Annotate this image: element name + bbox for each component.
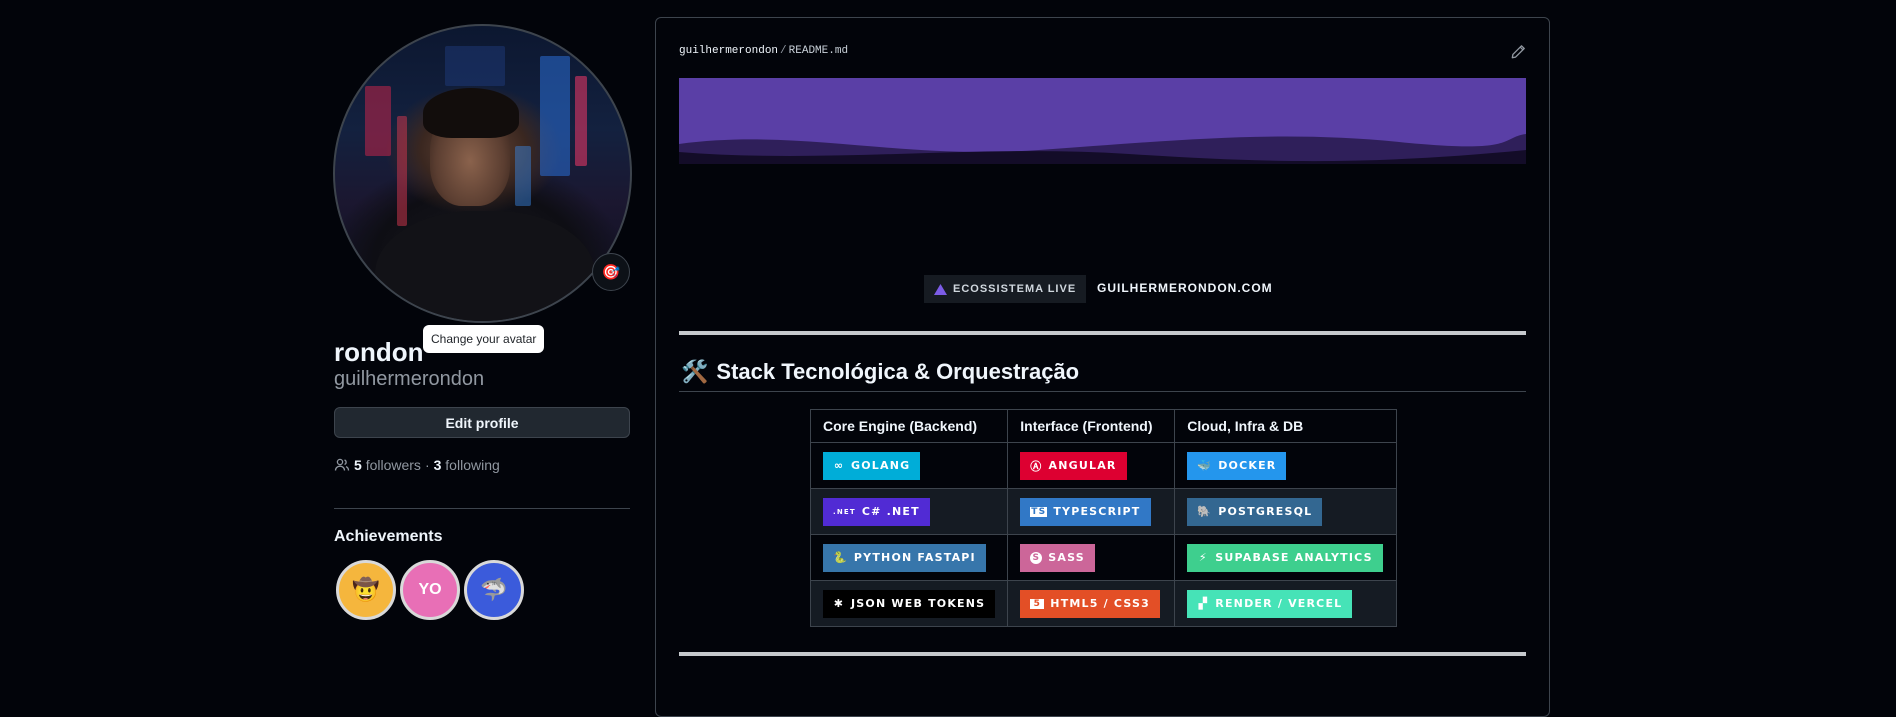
achievements-title: Achievements: [334, 528, 443, 545]
readme-path: guilhermerondon / README.md: [679, 45, 849, 57]
table-cell: Ⓐ ANGULAR: [1007, 442, 1176, 489]
readme-file-name: README.md: [788, 45, 849, 57]
sass-icon: S: [1030, 551, 1043, 564]
divider: [679, 331, 1526, 335]
live-badge[interactable]: ECOSSISTEMA LIVE: [924, 275, 1087, 303]
table-cell: 🐳 DOCKER: [1174, 442, 1398, 489]
divider: [334, 508, 630, 509]
stack-table: Core Engine (Backend) Interface (Fronten…: [809, 409, 1398, 627]
table-cell: 🐘 POSTGRESQL: [1174, 488, 1398, 535]
table-row: .NET C# .NET TS TYPESCRIPT 🐘 POSTGRESQL: [809, 488, 1398, 535]
python-icon: 🐍: [833, 551, 848, 564]
dotnet-icon: .NET: [833, 507, 856, 516]
table-row: 🐍 PYTHON FASTAPI S SASS ⚡ SUPABASE ANALYTIC…: [809, 534, 1398, 581]
render-icon: ▞: [1198, 597, 1209, 610]
profile-full-name: rondon: [334, 337, 424, 367]
cowboy-face-icon: 🤠: [352, 577, 380, 602]
go-icon: ∞: [833, 459, 845, 472]
section-heading: 🛠️ Stack Tecnológica & Orquestração: [681, 359, 1080, 384]
avatar-button[interactable]: [333, 24, 632, 323]
tech-badge[interactable]: TS TYPESCRIPT: [1020, 497, 1151, 526]
tech-badge[interactable]: 🐍 PYTHON FASTAPI: [823, 543, 986, 572]
table-cell: ✱ JSON WEB TOKENS: [809, 580, 1009, 627]
target-icon: 🎯: [601, 264, 621, 281]
yolo-icon: YO: [418, 581, 442, 598]
table-cell: ▞ RENDER / VERCEL: [1174, 580, 1398, 627]
achievement-yolo[interactable]: YO: [400, 560, 460, 620]
divider: [679, 652, 1526, 656]
achievement-shark[interactable]: 🦈: [464, 560, 524, 620]
table-cell: ∞ GOLANG: [809, 442, 1009, 489]
table-cell: ⚡ SUPABASE ANALYTICS: [1174, 534, 1398, 581]
table-row: ✱ JSON WEB TOKENS 5 HTML5 / CSS3 ▞ RENDER /…: [809, 580, 1398, 627]
table-cell: 5 HTML5 / CSS3: [1007, 580, 1176, 627]
follow-stats: 5 followers · 3 following: [334, 457, 500, 473]
table-row: ∞ GOLANG Ⓐ ANGULAR 🐳 DOCKER: [809, 442, 1398, 489]
tech-badge[interactable]: 🐳 DOCKER: [1187, 451, 1287, 480]
table-header: Interface (Frontend): [1007, 409, 1176, 443]
table-cell: S SASS: [1007, 534, 1176, 581]
supabase-icon: ⚡: [1198, 551, 1208, 564]
table-cell: 🐍 PYTHON FASTAPI: [809, 534, 1009, 581]
set-status-button[interactable]: 🎯: [592, 253, 630, 291]
tech-badge[interactable]: S SASS: [1020, 543, 1095, 572]
avatar-tooltip: Change your avatar: [423, 325, 545, 353]
tech-badge[interactable]: ⚡ SUPABASE ANALYTICS: [1187, 543, 1383, 572]
pencil-icon[interactable]: [1510, 44, 1526, 60]
angular-icon: Ⓐ: [1030, 459, 1043, 473]
avatar: [333, 24, 632, 323]
following-link[interactable]: 3 following: [434, 457, 500, 473]
achievement-cowboy-face[interactable]: 🤠: [336, 560, 396, 620]
shark-icon: 🦈: [480, 577, 508, 602]
people-icon: [334, 458, 350, 471]
tech-badge[interactable]: 🐘 POSTGRESQL: [1187, 497, 1323, 526]
website-link[interactable]: GUILHERMERONDON.COM: [1097, 281, 1273, 295]
html5-icon: 5: [1030, 598, 1045, 609]
edit-profile-button[interactable]: Edit profile: [334, 407, 630, 438]
jwt-icon: ✱: [833, 597, 845, 610]
readme-owner-link[interactable]: guilhermerondon: [679, 45, 778, 57]
divider: [679, 391, 1526, 392]
tech-badge[interactable]: 5 HTML5 / CSS3: [1020, 589, 1160, 618]
table-cell: TS TYPESCRIPT: [1007, 488, 1176, 535]
tech-badge[interactable]: Ⓐ ANGULAR: [1020, 451, 1127, 480]
tools-icon: 🛠️: [681, 359, 709, 384]
triangle-icon: [934, 283, 947, 295]
postgresql-icon: 🐘: [1197, 505, 1213, 518]
tech-badge[interactable]: .NET C# .NET: [823, 497, 930, 526]
docker-icon: 🐳: [1197, 459, 1213, 472]
followers-link[interactable]: 5 followers: [354, 457, 421, 473]
profile-username: guilhermerondon: [334, 368, 485, 390]
table-header: Core Engine (Backend): [809, 409, 1009, 443]
tech-badge[interactable]: ✱ JSON WEB TOKENS: [823, 589, 996, 618]
table-header: Cloud, Infra & DB: [1174, 409, 1398, 443]
tech-badge[interactable]: ▞ RENDER / VERCEL: [1187, 589, 1353, 618]
table-cell: .NET C# .NET: [809, 488, 1009, 535]
typescript-icon: TS: [1030, 506, 1048, 517]
tech-badge[interactable]: ∞ GOLANG: [823, 451, 921, 480]
header-banner: [679, 78, 1526, 164]
